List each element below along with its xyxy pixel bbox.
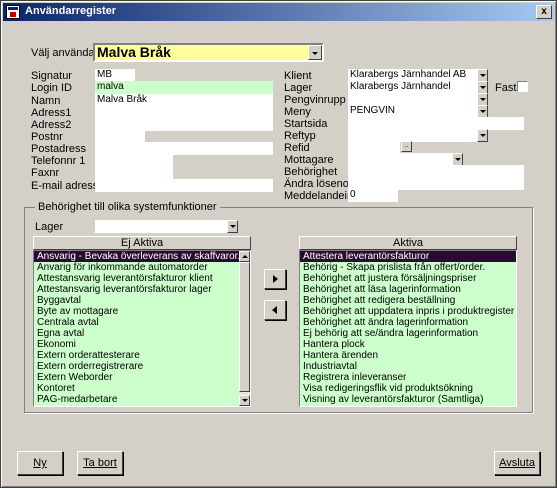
list-item[interactable]: Behörighet att uppdatera inpris i produk… (300, 306, 516, 317)
active-list-rows: Attestera leverantörsfakturor Behörig - … (300, 251, 516, 405)
list-item[interactable]: Attestansvarig leverantörsfakturor klien… (34, 273, 250, 284)
meny-value: PENGVIN (350, 105, 396, 116)
fast-checkbox[interactable] (517, 81, 528, 92)
label-startsida: Startsida (284, 118, 328, 130)
permissions-legend: Behörighet till olika systemfunktioner (35, 201, 220, 213)
inactive-listbox[interactable]: Ansvarig - Bevaka överleverans av skaffv… (33, 250, 251, 407)
chevron-down-icon[interactable] (308, 45, 322, 60)
user-select-value: Malva Bråk (97, 44, 171, 60)
list-item[interactable]: Anvarig för inkommande automatorder (34, 262, 250, 273)
list-item[interactable]: Visning av leverantörsfakturor (Samtliga… (300, 394, 516, 405)
label-postnr: Postnr (31, 131, 63, 143)
label-meddelandeint: Meddelandeint (284, 190, 357, 202)
user-select-combo[interactable]: Malva Bråk (93, 43, 324, 62)
inactive-scrollbar[interactable] (239, 251, 250, 406)
list-item[interactable]: Attestera leverantörsfakturor (300, 251, 516, 262)
list-item[interactable]: Visa redigeringsflik vid produktsökning (300, 383, 516, 394)
label-email: E-mail adress (31, 180, 99, 192)
meddelandeint-field[interactable]: 0 (348, 189, 398, 202)
app-icon (6, 5, 20, 19)
label-pengvinrupp: Pengvinrupp (284, 94, 346, 106)
scroll-up-icon[interactable] (239, 251, 250, 262)
list-item[interactable]: Byte av mottagare (34, 306, 250, 317)
inactive-list-header[interactable]: Ej Aktiva (33, 236, 251, 250)
permissions-lager-combo[interactable] (95, 220, 238, 233)
list-item[interactable]: Hantera ärenden (300, 350, 516, 361)
label-lager: Lager (284, 82, 313, 94)
scroll-thumb[interactable] (239, 262, 250, 392)
list-item[interactable]: PAG-medarbetare (34, 394, 250, 405)
chevron-down-icon[interactable] (227, 220, 238, 233)
list-item[interactable]: Behörighet att ändra lagerinformation (300, 317, 516, 328)
move-to-active-button[interactable] (264, 269, 286, 289)
list-item[interactable]: Extern orderattesterare (34, 350, 250, 361)
refid-lookup-button[interactable]: .. (401, 141, 412, 152)
permissions-lager-label: Lager (35, 221, 64, 233)
list-item[interactable]: Behörighet att läsa lagerinformation (300, 284, 516, 295)
klient-value: Klarabergs Järnhandel AB (350, 69, 467, 80)
list-item[interactable]: Kontoret (34, 383, 250, 394)
list-item[interactable]: Hantera plock (300, 339, 516, 350)
label-telefonnr: Telefonnr 1 (31, 155, 86, 167)
user-register-window: Användarregister x Välj användare Malva … (0, 0, 557, 488)
delete-button[interactable]: Ta bort (77, 451, 123, 475)
label-meny: Meny (284, 106, 311, 118)
new-button[interactable]: Ny (17, 451, 63, 475)
label-signatur: Signatur (31, 70, 72, 82)
list-item[interactable]: Behörighet att redigera beställning (300, 295, 516, 306)
exit-button[interactable]: Avsluta (494, 451, 540, 475)
list-item[interactable]: Attestansvarig leverantörsfakturor lager (34, 284, 250, 295)
label-faxnr: Faxnr (31, 167, 60, 179)
label-adress2: Adress2 (31, 119, 72, 131)
label-mottagare: Mottagare (284, 154, 334, 166)
list-item[interactable]: Registrera inleveranser (300, 372, 516, 383)
list-item[interactable]: Behörighet att justera försäljningsprise… (300, 273, 516, 284)
list-item[interactable]: Ekonomi (34, 339, 250, 350)
close-icon[interactable]: x (536, 5, 552, 19)
active-listbox[interactable]: Attestera leverantörsfakturor Behörig - … (299, 250, 517, 407)
list-item[interactable]: Extern Weborder (34, 372, 250, 383)
lager-value: Klarabergs Järnhandel (350, 81, 451, 92)
move-to-inactive-button[interactable] (264, 300, 286, 320)
scroll-down-icon[interactable] (239, 395, 250, 406)
email-field[interactable] (95, 179, 273, 192)
list-item[interactable]: Ansvarig - Bevaka överleverans av skaffv… (34, 251, 250, 262)
label-behorighet: Behörighet (284, 166, 338, 178)
label-reftyp: Reftyp (284, 130, 316, 142)
label-postadress: Postadress (31, 143, 87, 155)
label-login-id: Login ID (31, 82, 72, 94)
list-item[interactable]: Centrala avtal (34, 317, 250, 328)
list-item[interactable]: Industriavtal (300, 361, 516, 372)
list-item[interactable]: Behörig - Skapa prislista från offert/or… (300, 262, 516, 273)
faxnr-field[interactable] (95, 166, 173, 179)
fast-label: Fast (495, 82, 517, 94)
window-title: Användarregister (25, 5, 117, 17)
title-bar: Användarregister x (3, 3, 554, 21)
active-list-header[interactable]: Aktiva (299, 236, 517, 250)
inactive-list-rows: Ansvarig - Bevaka överleverans av skaffv… (34, 251, 250, 405)
list-item[interactable]: Ej behörig att se/ändra lagerinformation (300, 328, 516, 339)
label-namn: Namn (31, 95, 61, 107)
label-refid: Refid (284, 142, 310, 154)
list-item[interactable]: Byggavtal (34, 295, 250, 306)
chevron-down-icon[interactable] (477, 129, 488, 142)
list-item[interactable]: Extern orderregistrerare (34, 361, 250, 372)
login-id-field[interactable]: malva (95, 81, 273, 94)
label-adress1: Adress1 (31, 107, 72, 119)
label-klient: Klient (284, 70, 312, 82)
list-item[interactable]: Egna avtal (34, 328, 250, 339)
